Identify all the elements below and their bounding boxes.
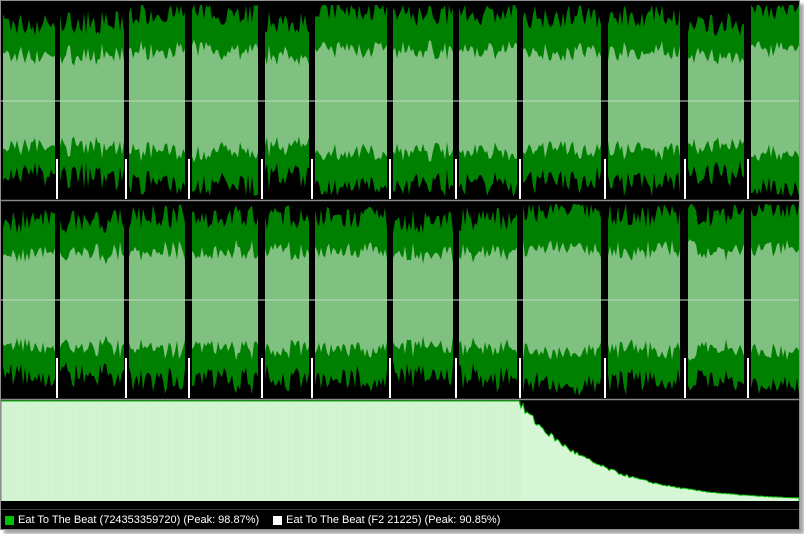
legend-swatch-white [273,515,283,525]
legend-label-original: Eat To The Beat (724353359720) (Peak: 98… [18,514,260,526]
legend-entry-original: Eat To The Beat (724353359720) (Peak: 98… [5,514,259,526]
legend-swatch-green [5,515,14,525]
legend-label-remaster: Eat To The Beat (F2 21225) (Peak: 90.85%… [286,514,501,526]
waveform-channel-left [1,4,799,199]
waveform-canvas [1,1,799,509]
legend-entry-remaster: Eat To The Beat (F2 21225) (Peak: 90.85%… [273,514,500,526]
waveform-channel-right [1,203,799,398]
waveform-comparison-view: Eat To The Beat (724353359720) (Peak: 98… [0,0,800,530]
legend-bar: Eat To The Beat (724353359720) (Peak: 98… [1,509,799,529]
